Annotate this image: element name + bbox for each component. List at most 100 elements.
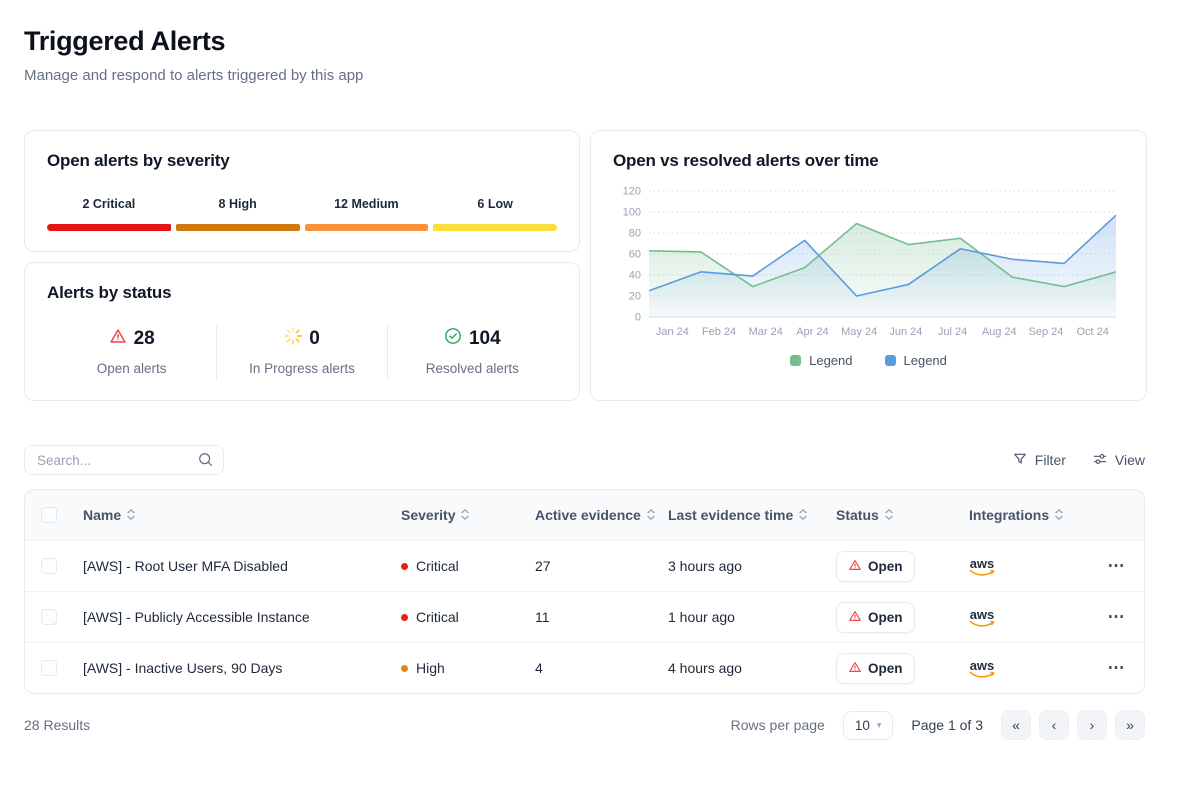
severity-cell: Critical bbox=[401, 609, 535, 625]
last-evidence-time-cell: 1 hour ago bbox=[668, 609, 836, 625]
row-checkbox[interactable] bbox=[41, 558, 57, 574]
severity-dot bbox=[401, 563, 408, 570]
search-icon bbox=[197, 451, 214, 473]
sort-icon bbox=[1055, 507, 1063, 523]
chart-card: Open vs resolved alerts over time 020406… bbox=[590, 130, 1147, 401]
previous-page-button[interactable]: ‹ bbox=[1039, 710, 1069, 740]
active-evidence-cell: 27 bbox=[535, 558, 668, 574]
table-row[interactable]: [AWS] - Root User MFA Disabled Critical … bbox=[25, 540, 1144, 591]
check-circle-icon bbox=[444, 327, 462, 350]
active-evidence-cell: 11 bbox=[535, 609, 668, 625]
pagination-controls: Rows per page 10 ▾ Page 1 of 3 « ‹ › » bbox=[731, 710, 1145, 740]
severity-segment-bar bbox=[176, 224, 300, 231]
status-card: Alerts by status 28 Open alerts bbox=[24, 262, 580, 401]
column-header-status[interactable]: Status bbox=[836, 507, 969, 523]
warning-triangle-icon bbox=[109, 327, 127, 350]
severity-segment-critical: 2 Critical bbox=[47, 197, 171, 231]
alert-name: [AWS] - Publicly Accessible Instance bbox=[83, 609, 401, 625]
chart-card-title: Open vs resolved alerts over time bbox=[613, 151, 1124, 171]
column-header-active-evidence[interactable]: Active evidence bbox=[535, 507, 668, 523]
sort-icon bbox=[647, 507, 655, 523]
svg-text:Feb 24: Feb 24 bbox=[702, 326, 736, 338]
aws-integration-logo: aws bbox=[969, 557, 995, 577]
open-alerts-label: Open alerts bbox=[47, 361, 216, 376]
status-item-open: 28 Open alerts bbox=[47, 325, 216, 380]
last-page-button[interactable]: » bbox=[1115, 710, 1145, 740]
svg-text:Sep 24: Sep 24 bbox=[1029, 326, 1064, 338]
active-evidence-cell: 4 bbox=[535, 660, 668, 676]
chevron-down-icon: ▾ bbox=[877, 720, 882, 731]
legend-item-open: Legend bbox=[790, 353, 852, 368]
severity-segment-label: 12 Medium bbox=[305, 197, 429, 211]
severity-cell: Critical bbox=[401, 558, 535, 574]
severity-segment-bar bbox=[433, 224, 557, 231]
status-item-resolved: 104 Resolved alerts bbox=[387, 325, 557, 380]
table-toolbar: Filter View bbox=[24, 445, 1145, 475]
svg-text:Apr 24: Apr 24 bbox=[796, 326, 828, 338]
rows-per-page-label: Rows per page bbox=[731, 717, 825, 733]
svg-text:Jul 24: Jul 24 bbox=[938, 326, 967, 338]
toolbar-right: Filter View bbox=[1012, 451, 1145, 470]
table-row[interactable]: [AWS] - Publicly Accessible Instance Cri… bbox=[25, 591, 1144, 642]
alerts-over-time-chart: 020406080100120Jan 24Feb 24Mar 24Apr 24M… bbox=[613, 185, 1124, 343]
sort-icon bbox=[799, 507, 807, 523]
sort-icon bbox=[127, 507, 135, 523]
svg-text:May 24: May 24 bbox=[841, 326, 877, 338]
sort-icon bbox=[885, 507, 893, 523]
column-header-integrations[interactable]: Integrations bbox=[969, 507, 1088, 523]
results-count: 28 Results bbox=[24, 717, 90, 733]
severity-dot bbox=[401, 614, 408, 621]
severity-bar: 2 Critical 8 High 12 Medium 6 Low bbox=[47, 197, 557, 231]
alerts-table: Name Severity Active evidence Last evide… bbox=[24, 489, 1145, 694]
legend-swatch-green bbox=[790, 355, 801, 366]
last-evidence-time-cell: 3 hours ago bbox=[668, 558, 836, 574]
filter-button-label: Filter bbox=[1035, 452, 1066, 468]
table-footer: 28 Results Rows per page 10 ▾ Page 1 of … bbox=[24, 710, 1145, 740]
table-header-row: Name Severity Active evidence Last evide… bbox=[25, 490, 1144, 540]
filter-button[interactable]: Filter bbox=[1012, 451, 1066, 470]
progress-spinner-icon bbox=[284, 327, 302, 350]
aws-integration-logo: aws bbox=[969, 659, 995, 679]
alert-name: [AWS] - Inactive Users, 90 Days bbox=[83, 660, 401, 676]
svg-text:0: 0 bbox=[635, 312, 641, 324]
severity-dot bbox=[401, 665, 408, 672]
resolved-alerts-label: Resolved alerts bbox=[388, 361, 557, 376]
page-subtitle: Manage and respond to alerts triggered b… bbox=[24, 67, 1145, 84]
left-cards-column: Open alerts by severity 2 Critical 8 Hig… bbox=[24, 130, 580, 401]
row-menu-button[interactable]: ⋯ bbox=[1108, 556, 1125, 576]
summary-cards: Open alerts by severity 2 Critical 8 Hig… bbox=[24, 130, 1145, 401]
row-menu-button[interactable]: ⋯ bbox=[1108, 607, 1125, 627]
sliders-icon bbox=[1092, 451, 1108, 470]
next-page-button[interactable]: › bbox=[1077, 710, 1107, 740]
column-header-last-evidence-time[interactable]: Last evidence time bbox=[668, 507, 836, 523]
svg-text:60: 60 bbox=[629, 249, 641, 261]
alert-name: [AWS] - Root User MFA Disabled bbox=[83, 558, 401, 574]
severity-segment-bar bbox=[47, 224, 171, 231]
page-buttons: « ‹ › » bbox=[1001, 710, 1145, 740]
severity-segment-bar bbox=[305, 224, 429, 231]
row-checkbox[interactable] bbox=[41, 660, 57, 676]
select-all-checkbox[interactable] bbox=[41, 507, 57, 523]
svg-text:Jan 24: Jan 24 bbox=[656, 326, 689, 338]
status-badge: Open bbox=[836, 551, 915, 582]
first-page-button[interactable]: « bbox=[1001, 710, 1031, 740]
severity-card-title: Open alerts by severity bbox=[47, 151, 557, 171]
status-badge: Open bbox=[836, 653, 915, 684]
legend-label: Legend bbox=[809, 353, 852, 368]
row-checkbox[interactable] bbox=[41, 609, 57, 625]
column-header-severity[interactable]: Severity bbox=[401, 507, 535, 523]
status-badge: Open bbox=[836, 602, 915, 633]
view-button[interactable]: View bbox=[1092, 451, 1145, 470]
legend-swatch-blue bbox=[885, 355, 896, 366]
severity-segment-low: 6 Low bbox=[433, 197, 557, 231]
severity-segment-label: 8 High bbox=[176, 197, 300, 211]
search-input[interactable] bbox=[24, 445, 224, 475]
rows-per-page-select[interactable]: 10 ▾ bbox=[843, 711, 894, 740]
column-header-name[interactable]: Name bbox=[83, 507, 401, 523]
table-row[interactable]: [AWS] - Inactive Users, 90 Days High 4 4… bbox=[25, 642, 1144, 693]
warning-triangle-icon bbox=[848, 558, 862, 575]
svg-text:Mar 24: Mar 24 bbox=[749, 326, 783, 338]
sort-icon bbox=[461, 507, 469, 523]
row-menu-button[interactable]: ⋯ bbox=[1108, 658, 1125, 678]
status-row: 28 Open alerts 0 I bbox=[47, 325, 557, 380]
